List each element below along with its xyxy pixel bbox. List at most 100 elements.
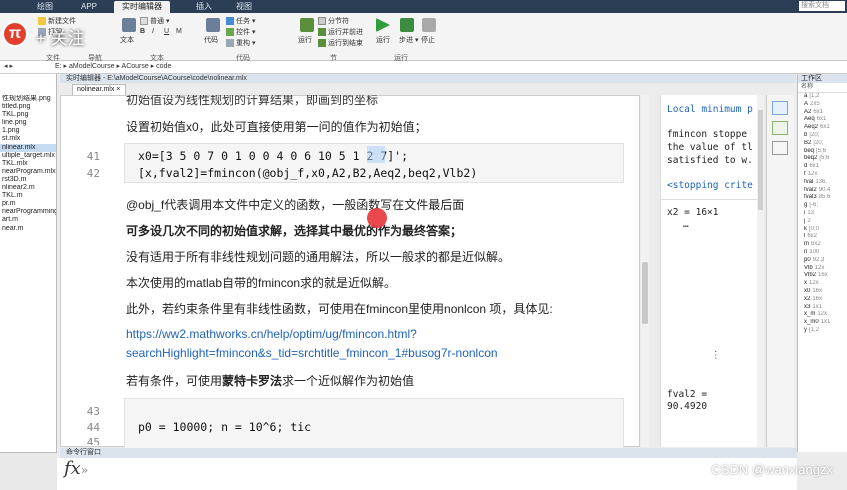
output-stopping-link[interactable]: <stopping crite — [667, 180, 753, 191]
path-segment[interactable]: code — [156, 63, 171, 70]
editor-title-bar: 实时编辑器 - E:\aModelCourse\ACourse\code\nol… — [60, 74, 796, 83]
file-item[interactable]: art.m — [0, 216, 56, 224]
text-button[interactable]: 文本 — [120, 35, 134, 45]
workspace-variable[interactable]: d 6x1 — [804, 163, 847, 171]
file-item[interactable]: pr.m — [0, 200, 56, 208]
workspace-variable[interactable]: fval2 90.4 — [804, 187, 847, 195]
workspace-variable[interactable]: m 6x2 — [804, 241, 847, 249]
workspace-variable[interactable]: Vlb2 16x — [804, 272, 847, 280]
variable-name: k — [804, 225, 807, 232]
path-segment[interactable]: ACourse — [122, 63, 149, 70]
workspace-variable[interactable]: b [20; — [804, 132, 847, 140]
file-item[interactable]: near.m — [0, 225, 56, 233]
tab-view[interactable]: 视图 — [232, 1, 256, 13]
workspace-variable[interactable]: x_m 12x — [804, 311, 847, 319]
refactor-icon — [226, 39, 234, 48]
workspace-variable[interactable]: p0 92.3 — [804, 257, 847, 265]
workspace-variable[interactable]: beq [5;6 — [804, 148, 847, 156]
fmincon-doc-link-cont[interactable]: searchHighlight=fmincon&s_tid=srchtitle_… — [126, 346, 498, 360]
workspace-variable[interactable]: x3 1x1 — [804, 304, 847, 312]
file-item[interactable]: TKL.m — [0, 192, 56, 200]
fmincon-doc-link[interactable]: https://ww2.mathworks.cn/help/optim/ug/f… — [126, 327, 417, 341]
fx-icon[interactable]: fx» — [64, 458, 88, 479]
path-segment[interactable]: aModelCourse — [69, 63, 115, 70]
code-line-44[interactable]: p0 = 10000; n = 10^6; tic — [138, 420, 311, 434]
workspace-variable[interactable]: x0 16x — [804, 288, 847, 296]
refactor-button[interactable]: 重构 ▾ — [226, 38, 255, 48]
workspace-variable[interactable]: y [1,2 — [804, 327, 847, 335]
tab-live-editor[interactable]: 实时编辑器 — [114, 1, 170, 13]
tab-plots[interactable]: 绘图 — [30, 1, 60, 13]
workspace-variable[interactable]: f 12x — [804, 171, 847, 179]
code-line-42[interactable]: [x,fval2]=fmincon(@obj_f,x0,A2,B2,Aeq2,b… — [138, 166, 477, 180]
workspace-variable[interactable]: B2 [20; — [804, 140, 847, 148]
output-x2[interactable]: x2 = 16×1 — [667, 207, 718, 218]
workspace-variable[interactable]: Aeq 6x1 — [804, 116, 847, 124]
document-tab[interactable]: nolinear.mlx × — [72, 84, 126, 95]
workspace-variable[interactable]: beq2 [5;6 — [804, 155, 847, 163]
tab-insert[interactable]: 插入 — [192, 1, 216, 13]
workspace-variable[interactable]: a [1,2 — [804, 93, 847, 101]
workspace-variable[interactable]: A2 6x1 — [804, 109, 847, 117]
file-item[interactable]: nlinear2.m — [0, 184, 56, 192]
output-scrollbar-thumb[interactable] — [758, 110, 763, 210]
workspace-variable[interactable]: fval3 85.6 — [804, 194, 847, 202]
step-button[interactable]: 步进 ▾ — [399, 35, 418, 45]
text-style-dropdown[interactable]: 普通 ▾ — [140, 16, 169, 26]
run-to-end-button[interactable]: 运行到结束 — [318, 38, 363, 48]
run-section-button[interactable]: 运行 — [298, 35, 312, 45]
file-item[interactable]: 性规划结果.png — [0, 95, 56, 103]
workspace-variable[interactable]: j2 — [804, 218, 847, 226]
note-obj: @obj_f代表调用本文件中定义的函数，一般函数写在文件最后面 — [126, 198, 465, 212]
bold-button[interactable]: B — [140, 28, 145, 35]
file-item[interactable]: TKL.mlx — [0, 160, 56, 168]
workspace-variable[interactable]: fval 136. — [804, 179, 847, 187]
help-search-input[interactable]: 搜索文档 — [799, 1, 845, 11]
file-item[interactable]: nearProgramming2.m — [0, 208, 56, 216]
control-icon — [226, 28, 234, 37]
file-item[interactable]: ultiple_target.mlx — [0, 152, 56, 160]
path-segment[interactable]: E: — [55, 63, 62, 70]
variable-value: 85.6 — [818, 194, 831, 201]
tab-apps[interactable]: APP — [78, 1, 100, 13]
workspace-header: 名称 — [798, 83, 847, 93]
file-item[interactable]: nlinear.mlx — [0, 143, 56, 152]
file-item[interactable]: 1.png — [0, 127, 56, 135]
variable-name: Aeq2 — [804, 124, 819, 131]
file-item[interactable]: st.mlx — [0, 135, 56, 143]
file-item[interactable]: line.png — [0, 119, 56, 127]
control-button[interactable]: 控件 ▾ — [226, 27, 255, 37]
editor-scrollbar-thumb[interactable] — [642, 262, 648, 324]
workspace-variable[interactable]: k [0;0 — [804, 226, 847, 234]
follow-button[interactable]: + 关注 — [36, 24, 85, 49]
workspace-variable[interactable]: l 6x2 — [804, 233, 847, 241]
file-item[interactable]: TKL.png — [0, 111, 56, 119]
monospace-button[interactable]: M — [176, 28, 182, 35]
workspace-variable[interactable]: x 12x — [804, 280, 847, 288]
back-arrow-icon[interactable]: ◂ ▸ — [4, 63, 13, 70]
underline-button[interactable]: U — [164, 28, 169, 35]
workspace-variable[interactable]: Vlb 12x — [804, 265, 847, 273]
workspace-variable[interactable]: A 2x5 — [804, 101, 847, 109]
workspace-variable[interactable]: n 100 — [804, 249, 847, 257]
workspace-variable[interactable]: i 13 — [804, 210, 847, 218]
section-break-button[interactable]: 分节符 — [318, 16, 349, 26]
code-button[interactable]: 代码 — [204, 35, 218, 45]
hide-output-icon[interactable] — [772, 141, 788, 155]
workspace-variable[interactable]: g [-6; — [804, 202, 847, 210]
output-inline-view-icon[interactable] — [772, 121, 788, 135]
output-right-view-icon[interactable] — [772, 101, 788, 115]
file-item[interactable]: titled.png — [0, 103, 56, 111]
workspace-variable[interactable]: Aeq2 6x1 — [804, 124, 847, 132]
workspace-variable[interactable]: x2 16x — [804, 296, 847, 304]
workspace-variable[interactable]: x_m0 1x1 — [804, 319, 847, 327]
stop-button[interactable]: 停止 — [421, 35, 435, 45]
task-button[interactable]: 任务 ▾ — [226, 16, 255, 26]
file-item[interactable]: rst3D.m — [0, 176, 56, 184]
italic-button[interactable]: I — [152, 28, 154, 35]
run-button[interactable]: 运行 — [376, 35, 390, 45]
run-advance-button[interactable]: 运行并前进 — [318, 27, 363, 37]
command-window[interactable] — [57, 458, 797, 490]
file-item[interactable]: nearProgram.mlx — [0, 168, 56, 176]
address-bar[interactable]: ◂ ▸ E: ▸ aModelCourse ▸ ACourse ▸ code — [0, 61, 847, 74]
